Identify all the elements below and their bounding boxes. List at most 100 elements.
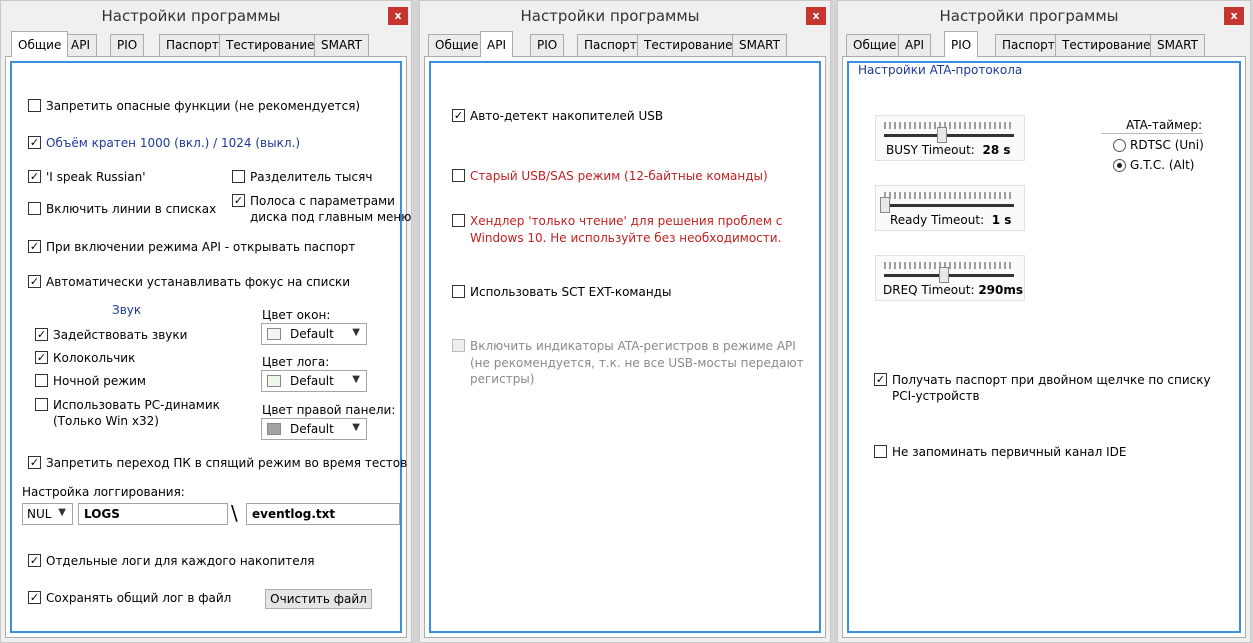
tab-panel-general: Запретить опасные функции (не рекомендуе… — [5, 56, 411, 638]
tab-pio[interactable]: PIO — [944, 31, 979, 57]
stripe-under-menu-checkbox[interactable]: ✓ — [232, 194, 245, 207]
passport-double-click-checkbox[interactable]: ✓ — [874, 373, 887, 386]
ata-timer-divider — [1101, 133, 1203, 134]
tab-general[interactable]: Общие — [846, 34, 904, 56]
title-bar[interactable]: Настройки программы x — [420, 1, 830, 31]
tab-testing[interactable]: Тестирование — [637, 34, 740, 56]
api-open-passport-checkbox[interactable]: ✓ — [28, 240, 41, 253]
gtc-radio[interactable] — [1113, 159, 1126, 172]
window-title: Настройки программы — [939, 7, 1119, 25]
title-bar[interactable]: Настройки программы x — [1, 1, 411, 31]
ata-indicators-label-1: Включить индикаторы ATA-регистров в режи… — [470, 339, 796, 353]
tab-api[interactable]: API — [64, 34, 97, 56]
ready-timeout-slider[interactable]: Ready Timeout: 1 s — [875, 185, 1025, 231]
right-panel-color-value: Default — [290, 422, 334, 436]
sound-header: Звук — [112, 303, 142, 317]
busy-timeout-value: 28 s — [982, 143, 1011, 157]
disable-dangerous-label: Запретить опасные функции (не рекомендуе… — [46, 99, 361, 113]
speak-russian-checkbox[interactable]: ✓ — [28, 170, 41, 183]
passport-double-click-label-1: Получать паспорт при двойном щелчке по с… — [892, 373, 1211, 387]
sct-ext-label: Использовать SCT EXT-команды — [470, 285, 672, 299]
tab-smart[interactable]: SMART — [732, 34, 787, 56]
ata-settings-header: Настройки ATA-протокола — [858, 63, 1023, 77]
tab-smart[interactable]: SMART — [314, 34, 369, 56]
save-common-log-checkbox[interactable]: ✓ — [28, 591, 41, 604]
log-file-input[interactable]: eventlog.txt — [246, 503, 400, 525]
disable-dangerous-checkbox[interactable] — [28, 99, 41, 112]
tab-passport[interactable]: Паспорт — [577, 34, 644, 56]
tab-testing[interactable]: Тестирование — [219, 34, 322, 56]
slider-ticks — [884, 122, 1011, 129]
clear-file-button[interactable]: Очистить файл — [265, 589, 372, 609]
ata-indicators-label-3: регистры) — [470, 372, 535, 386]
log-folder-input[interactable]: LOGS — [78, 503, 228, 525]
chevron-down-icon: ▼ — [58, 507, 66, 518]
busy-timeout-slider[interactable]: BUSY Timeout: 28 s — [875, 115, 1025, 161]
slider-thumb[interactable] — [936, 127, 947, 143]
slider-thumb[interactable] — [939, 267, 950, 283]
tab-api[interactable]: API — [898, 34, 931, 56]
settings-window-general: Настройки программы x Общие API PIO Пасп… — [0, 0, 412, 643]
tab-smart[interactable]: SMART — [1150, 34, 1205, 56]
color-swatch — [267, 423, 281, 435]
speak-russian-label: 'I speak Russian' — [46, 170, 146, 184]
list-lines-checkbox[interactable] — [28, 202, 41, 215]
auto-focus-checkbox[interactable]: ✓ — [28, 275, 41, 288]
tab-general[interactable]: Общие — [428, 34, 486, 56]
ready-timeout-caption: Ready Timeout: 1 s — [890, 213, 1011, 227]
rdtsc-radio[interactable] — [1113, 139, 1126, 152]
radio-dot — [1117, 163, 1122, 168]
sct-ext-checkbox[interactable] — [452, 285, 465, 298]
close-button[interactable]: x — [388, 7, 408, 25]
no-remember-ide-checkbox[interactable] — [874, 445, 887, 458]
tab-general[interactable]: Общие — [11, 31, 69, 57]
window-color-select[interactable]: Default ▼ — [261, 323, 367, 345]
title-bar[interactable]: Настройки программы x — [838, 1, 1250, 31]
dreq-timeout-value: 290ms — [978, 283, 1024, 297]
window-title: Настройки программы — [520, 7, 700, 25]
usb-autodetect-checkbox[interactable]: ✓ — [452, 109, 465, 122]
pc-speaker-label-2: (Только Win x32) — [53, 414, 159, 428]
right-panel-color-select[interactable]: Default ▼ — [261, 418, 367, 440]
dreq-timeout-slider[interactable]: DREQ Timeout: 290ms — [875, 255, 1025, 301]
window-title: Настройки программы — [101, 7, 281, 25]
color-swatch — [267, 328, 281, 340]
no-sleep-checkbox[interactable]: ✓ — [28, 456, 41, 469]
slider-thumb[interactable] — [880, 197, 890, 213]
log-color-select[interactable]: Default ▼ — [261, 370, 367, 392]
log-level-select[interactable]: NUL ▼ — [22, 503, 73, 525]
logging-label: Настройка логгирования: — [22, 485, 185, 499]
dreq-timeout-label: DREQ Timeout: — [883, 283, 975, 297]
api-open-passport-label: При включении режима API - открывать пас… — [46, 240, 356, 254]
close-button[interactable]: x — [806, 7, 826, 25]
tab-pio[interactable]: PIO — [110, 34, 145, 56]
chevron-down-icon: ▼ — [352, 374, 360, 385]
log-color-value: Default — [290, 374, 334, 388]
tab-pio[interactable]: PIO — [530, 34, 565, 56]
ready-timeout-value: 1 s — [991, 213, 1012, 227]
old-usb-sas-checkbox[interactable] — [452, 169, 465, 182]
tab-passport[interactable]: Паспорт — [995, 34, 1062, 56]
readonly-handler-checkbox[interactable] — [452, 214, 465, 227]
close-button[interactable]: x — [1224, 7, 1244, 25]
volume-1000-checkbox[interactable]: ✓ — [28, 136, 41, 149]
pc-speaker-checkbox[interactable] — [35, 398, 48, 411]
night-mode-checkbox[interactable] — [35, 374, 48, 387]
thousand-sep-checkbox[interactable] — [232, 170, 245, 183]
tab-testing[interactable]: Тестирование — [1055, 34, 1158, 56]
tab-api[interactable]: API — [480, 31, 513, 57]
busy-timeout-label: BUSY Timeout: — [886, 143, 975, 157]
tab-passport[interactable]: Паспорт — [159, 34, 226, 56]
no-sleep-label: Запретить переход ПК в спящий режим во в… — [46, 456, 408, 470]
ata-indicators-checkbox[interactable] — [452, 339, 465, 352]
bell-label: Колокольчик — [53, 351, 136, 365]
window-color-label: Цвет окон: — [262, 308, 331, 322]
bell-checkbox[interactable]: ✓ — [35, 351, 48, 364]
ata-indicators-label-2: (не рекомендуется, т.к. не все USB-мосты… — [470, 356, 804, 370]
enable-sounds-label: Задействовать звуки — [53, 328, 188, 342]
enable-sounds-checkbox[interactable]: ✓ — [35, 328, 48, 341]
separate-logs-checkbox[interactable]: ✓ — [28, 554, 41, 567]
save-common-log-label: Сохранять общий лог в файл — [46, 591, 232, 605]
night-mode-label: Ночной режим — [53, 374, 146, 388]
gtc-label: G.T.C. (Alt) — [1130, 158, 1195, 172]
